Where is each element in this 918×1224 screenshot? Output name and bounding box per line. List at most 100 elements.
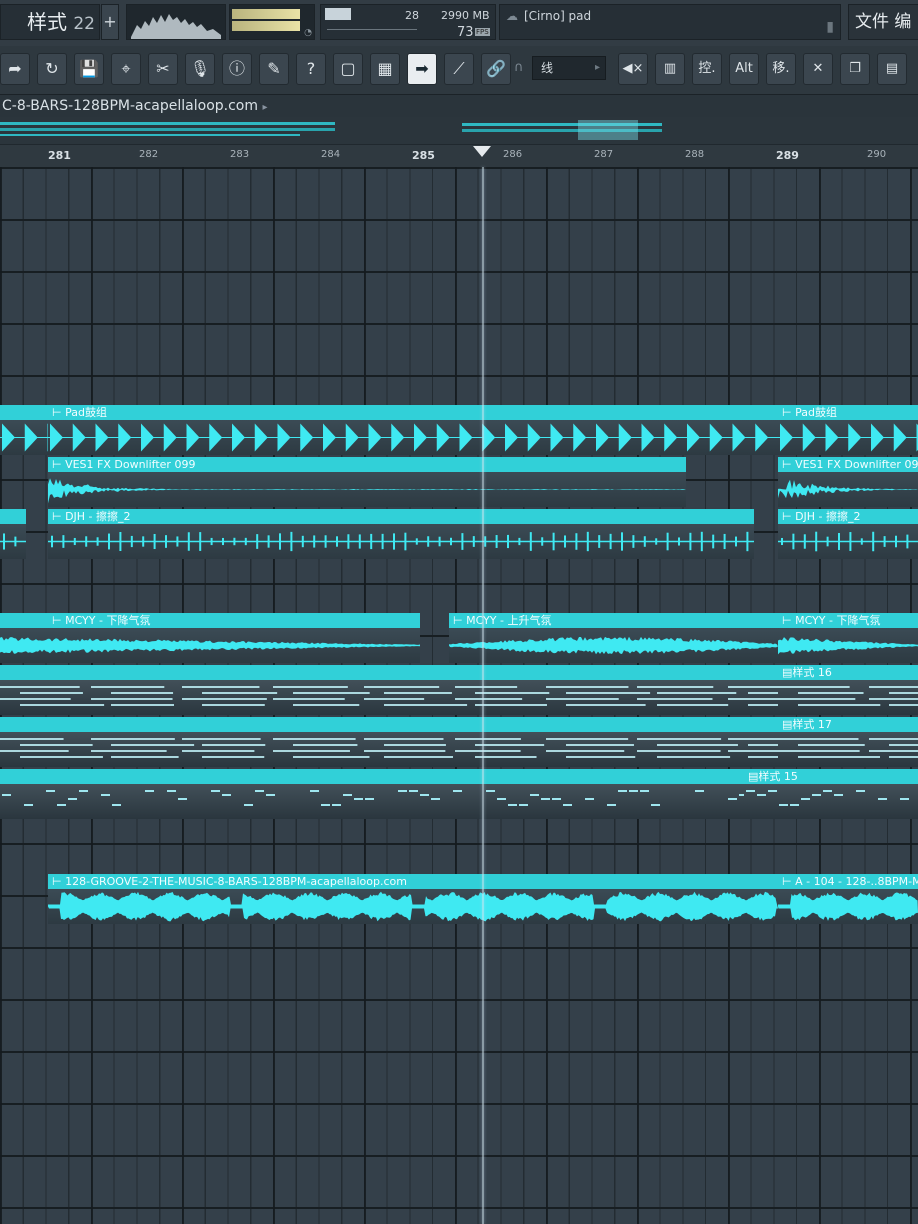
hint-bar: ☁ [Cirno] pad ▮ bbox=[499, 4, 841, 40]
scissors-icon[interactable]: ✂ bbox=[148, 53, 178, 85]
clip-pad-drum[interactable]: ⊢ Pad鼓组 bbox=[48, 405, 778, 455]
clip-mcyy-down-next[interactable]: ⊢ MCYY - 下降气氛 bbox=[778, 613, 918, 663]
window-icon[interactable]: ▢ bbox=[333, 53, 363, 85]
playhead-line bbox=[482, 167, 484, 1224]
hint-text: [Cirno] pad bbox=[524, 9, 592, 23]
microphone-icon[interactable]: 🎙 bbox=[185, 53, 215, 85]
clip-header bbox=[0, 509, 26, 524]
refresh-icon[interactable]: ↻ bbox=[37, 53, 67, 85]
pattern-selector[interactable]: 样式 22 bbox=[0, 4, 100, 40]
clip-header bbox=[0, 769, 744, 784]
oscilloscope-graph bbox=[131, 14, 221, 39]
clip-djh[interactable]: ⊢ DJH - 擦擦_2 bbox=[48, 509, 754, 559]
copy-icon[interactable]: ❐ bbox=[840, 53, 870, 85]
clip-pattern-17-prev[interactable] bbox=[0, 717, 778, 767]
add-pattern-button[interactable]: + bbox=[101, 4, 119, 40]
arrow-icon[interactable]: ➦ bbox=[0, 53, 30, 85]
clip-pad-drum-prev[interactable] bbox=[0, 405, 48, 455]
snap-value: 线 bbox=[541, 61, 554, 75]
djh-wave bbox=[0, 533, 26, 550]
clip-groove-acapella[interactable]: ⊢ 128-GROOVE-2-THE-MUSIC-8-BARS-128BPM-a… bbox=[48, 874, 778, 924]
cpu-line bbox=[327, 29, 417, 30]
clip-header: ▤样式 15 bbox=[744, 769, 918, 784]
mute-icon[interactable]: ◀× bbox=[618, 53, 648, 85]
meter-right bbox=[232, 21, 300, 31]
meter-knob-icon[interactable]: ◔ bbox=[304, 28, 312, 38]
clip-header: ⊢ DJH - 擦擦_2 bbox=[48, 509, 754, 524]
mcyy-up-wave bbox=[449, 636, 778, 655]
stamp-icon[interactable]: ▥ bbox=[655, 53, 685, 85]
lock-icon: ▮ bbox=[826, 19, 834, 35]
snap-selector[interactable]: 线 ▸ bbox=[532, 56, 606, 80]
clip-header: ⊢ 128-GROOVE-2-THE-MUSIC-8-BARS-128BPM-a… bbox=[48, 874, 778, 889]
chevron-right-icon: ▸ bbox=[594, 62, 600, 73]
ruler-bar-label: 281 bbox=[48, 149, 71, 162]
fps-badge: FPS bbox=[475, 28, 490, 36]
timeline-ruler[interactable]: 281 282 283 284 285 286 287 288 289 290 bbox=[0, 145, 918, 168]
overview-track bbox=[0, 128, 335, 131]
clip-fx-downlifter-next[interactable]: ⊢ VES1 FX Downlifter 099 bbox=[778, 457, 918, 507]
help-icon[interactable]: ? bbox=[296, 53, 326, 85]
chat-icon[interactable]: ✎ bbox=[259, 53, 289, 85]
ruler-bar-label: 290 bbox=[867, 149, 887, 160]
clip-pattern-16[interactable]: ▤样式 16 bbox=[778, 665, 918, 715]
save-icon[interactable]: 💾 bbox=[74, 53, 104, 85]
clip-pad-drum-next[interactable]: ⊢ Pad鼓组 bbox=[778, 405, 918, 455]
playlist-overview[interactable] bbox=[0, 117, 918, 145]
breadcrumb[interactable]: C-8-BARS-128BPM-acapellaloop.com ▸ bbox=[0, 95, 918, 117]
clip-header: ⊢ Pad鼓组 bbox=[778, 405, 918, 420]
clip-header: ⊢ VES1 FX Downlifter 099 bbox=[48, 457, 686, 472]
ruler-bar-label: 286 bbox=[503, 149, 523, 160]
alt-label[interactable]: Alt bbox=[729, 53, 759, 85]
paste-icon[interactable]: ▤ bbox=[877, 53, 907, 85]
ruler-bar-label: 287 bbox=[594, 149, 614, 160]
clip-djh-next[interactable]: ⊢ DJH - 擦擦_2 bbox=[778, 509, 918, 559]
pattern-label: 样式 bbox=[27, 10, 67, 34]
clip-pattern-15-prev[interactable] bbox=[0, 769, 744, 819]
clip-djh-prev[interactable] bbox=[0, 509, 26, 559]
volume-meter: ◔ bbox=[229, 4, 315, 40]
mcyy-down-wave bbox=[778, 637, 918, 655]
pattern-notes bbox=[778, 686, 918, 706]
clip-header bbox=[0, 665, 778, 680]
overview-track bbox=[0, 134, 300, 136]
clip-header bbox=[0, 405, 48, 420]
clip-header: ⊢ VES1 FX Downlifter 099 bbox=[778, 457, 918, 472]
performance-monitor: 28 2990 MB 73 FPS bbox=[320, 4, 496, 40]
ruler-bar-label: 283 bbox=[230, 149, 250, 160]
headphone-icon[interactable]: ∩ bbox=[514, 60, 530, 76]
top-bar: 样式 22 + ◔ 28 2990 MB 73 FPS ☁ [Cirno] pa… bbox=[0, 0, 918, 66]
memory-value: 2990 MB bbox=[441, 9, 490, 22]
metronome-icon[interactable]: ⌖ bbox=[111, 53, 141, 85]
djh-wave bbox=[48, 531, 754, 552]
menu-file[interactable]: 文件 编辑 bbox=[848, 4, 918, 66]
clip-header: ▤样式 16 bbox=[778, 665, 918, 680]
clip-pattern-17[interactable]: ▤样式 17 bbox=[778, 717, 918, 767]
clip-pattern-15[interactable]: ▤样式 15 bbox=[744, 769, 918, 819]
keyboard-icon[interactable]: ▦ bbox=[370, 53, 400, 85]
cut-icon[interactable]: ✕ bbox=[803, 53, 833, 85]
clip-fx-downlifter[interactable]: ⊢ VES1 FX Downlifter 099 bbox=[48, 457, 686, 507]
arrow-right-icon[interactable]: ➡ bbox=[407, 53, 437, 85]
info-icon[interactable]: ⓘ bbox=[222, 53, 252, 85]
oscilloscope bbox=[126, 4, 226, 40]
clip-mcyy-down[interactable]: ⊢ MCYY - 下降气氛 bbox=[0, 613, 420, 663]
control-label[interactable]: 控. bbox=[692, 53, 722, 85]
overview-viewport[interactable] bbox=[578, 120, 638, 140]
ruler-bar-label: 285 bbox=[412, 149, 435, 162]
mcyy-down-wave bbox=[0, 636, 420, 654]
ruler-bar-label: 288 bbox=[685, 149, 705, 160]
clip-header: ▤样式 17 bbox=[778, 717, 918, 732]
move-label[interactable]: 移. bbox=[766, 53, 796, 85]
playhead-marker[interactable] bbox=[473, 146, 491, 157]
brush-icon[interactable]: ⟋ bbox=[444, 53, 474, 85]
pad-wave bbox=[0, 423, 48, 452]
breadcrumb-title: C-8-BARS-128BPM-acapellaloop.com bbox=[2, 98, 259, 114]
link-icon[interactable]: 🔗 bbox=[481, 53, 511, 85]
clip-pattern-16-prev[interactable] bbox=[0, 665, 778, 715]
clip-acapella-next[interactable]: ⊢ A - 104 - 128-..8BPM-MP bbox=[778, 874, 918, 924]
pattern-notes bbox=[778, 738, 918, 758]
clip-mcyy-up[interactable]: ⊢ MCYY - 上升气氛 bbox=[449, 613, 778, 663]
breadcrumb-arrow-icon: ▸ bbox=[262, 102, 268, 113]
polyphony-value: 73 bbox=[457, 25, 474, 40]
